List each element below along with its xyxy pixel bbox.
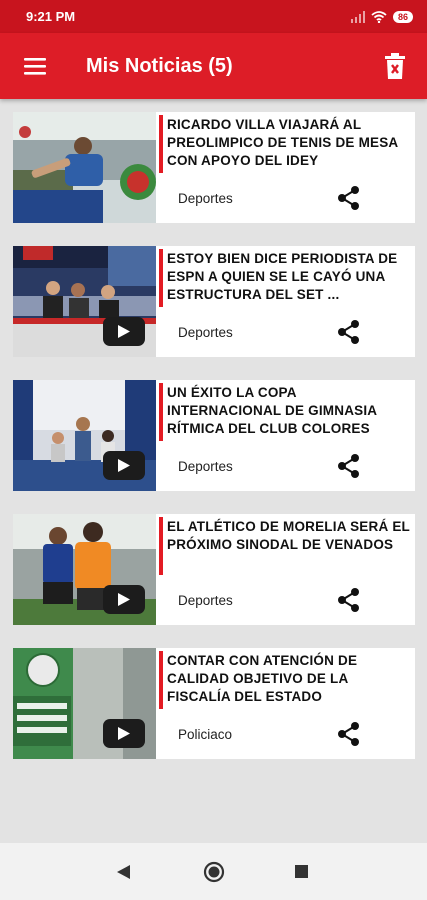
news-thumbnail [13, 514, 156, 625]
play-icon [118, 325, 130, 338]
news-thumbnail [13, 112, 156, 223]
accent-bar [159, 115, 163, 173]
news-thumbnail [13, 246, 156, 357]
app-bar: Mis Noticias (5) [0, 33, 427, 99]
news-card[interactable]: ESTOY BIEN DICE PERIODISTA DE ESPN A QUI… [13, 246, 415, 357]
battery-indicator: 86 [392, 10, 413, 23]
page-title: Mis Noticias (5) [86, 54, 233, 77]
share-button[interactable] [336, 587, 362, 613]
news-category: Deportes [178, 593, 233, 608]
status-time: 9:21 PM [26, 9, 76, 24]
share-button[interactable] [336, 453, 362, 479]
share-icon [338, 454, 359, 478]
accent-bar [159, 651, 163, 709]
hamburger-menu-icon [24, 57, 46, 75]
news-headline: CONTAR CON ATENCIÓN DE CALIDAD OBJETIVO … [167, 653, 358, 704]
menu-button[interactable] [0, 33, 70, 99]
news-headline: UN ÉXITO LA COPA INTERNACIONAL DE GIMNAS… [167, 385, 377, 436]
accent-bar [159, 517, 163, 575]
accent-bar [159, 249, 163, 307]
news-card[interactable]: RICARDO VILLA VIAJARÁ AL PREOLIMPICO DE … [13, 112, 415, 223]
nav-recents-button[interactable] [276, 843, 326, 900]
delete-all-button[interactable] [363, 33, 427, 99]
share-icon [338, 722, 359, 746]
trash-icon [385, 53, 405, 79]
share-icon [338, 588, 359, 612]
news-card[interactable]: CONTAR CON ATENCIÓN DE CALIDAD OBJETIVO … [13, 648, 415, 759]
play-video-button[interactable] [103, 585, 145, 614]
news-category: Policiaco [178, 727, 233, 742]
status-icons: 86 [350, 10, 413, 23]
news-headline: RICARDO VILLA VIAJARÁ AL PREOLIMPICO DE … [167, 117, 398, 168]
share-icon [338, 186, 359, 210]
news-card[interactable]: UN ÉXITO LA COPA INTERNACIONAL DE GIMNAS… [13, 380, 415, 491]
play-video-button[interactable] [103, 719, 145, 748]
nav-back-button[interactable] [99, 843, 149, 900]
back-triangle-icon [117, 864, 130, 879]
play-video-button[interactable] [103, 317, 145, 346]
share-icon [338, 320, 359, 344]
play-icon [118, 593, 130, 606]
news-headline: EL ATLÉTICO DE MORELIA SERÁ EL PRÓXIMO S… [167, 519, 410, 552]
share-button[interactable] [336, 319, 362, 345]
recents-square-icon [294, 865, 308, 878]
system-nav-bar [0, 843, 427, 900]
nav-home-button[interactable] [189, 843, 239, 900]
news-headline: ESTOY BIEN DICE PERIODISTA DE ESPN A QUI… [167, 251, 398, 302]
play-icon [118, 459, 130, 472]
signal-icon [350, 10, 365, 23]
accent-bar [159, 383, 163, 441]
news-category: Deportes [178, 459, 233, 474]
news-thumbnail [13, 380, 156, 491]
news-category: Deportes [178, 325, 233, 340]
share-button[interactable] [336, 721, 362, 747]
news-thumbnail [13, 648, 156, 759]
news-card[interactable]: EL ATLÉTICO DE MORELIA SERÁ EL PRÓXIMO S… [13, 514, 415, 625]
news-category: Deportes [178, 191, 233, 206]
share-button[interactable] [336, 185, 362, 211]
wifi-icon [371, 10, 387, 23]
play-video-button[interactable] [103, 451, 145, 480]
play-icon [118, 727, 130, 740]
news-list: RICARDO VILLA VIAJARÁ AL PREOLIMPICO DE … [13, 112, 415, 782]
home-circle-icon [203, 861, 225, 882]
status-bar: 9:21 PM 86 [0, 0, 427, 33]
